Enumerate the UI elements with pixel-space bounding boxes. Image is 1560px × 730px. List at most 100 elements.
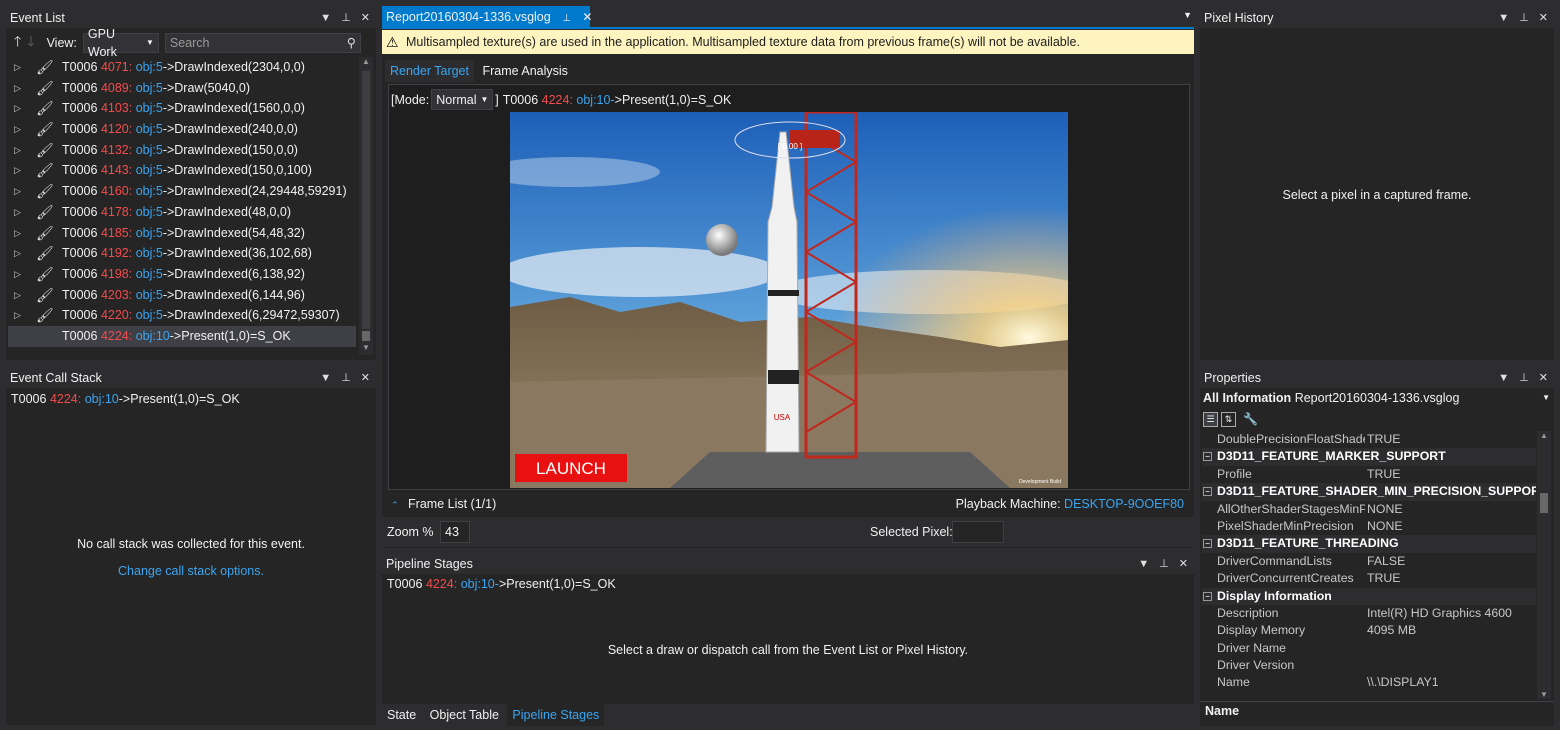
pin-icon[interactable]: ⊥: [341, 8, 351, 28]
dropdown-icon[interactable]: ▼: [1138, 554, 1149, 574]
scroll-down-icon[interactable]: ▼: [359, 343, 373, 352]
event-row[interactable]: ▷ 🖌 T0006 4132: obj:5->DrawIndexed(150,0,0…: [8, 140, 356, 161]
document-tab[interactable]: Report20160304-1336.vsglog ⊥ ✕: [382, 6, 592, 28]
pin-icon[interactable]: ⊥: [341, 368, 351, 388]
property-category[interactable]: − D3D11_FEATURE_MARKER_SUPPORT: [1202, 448, 1536, 466]
alphabetical-icon[interactable]: ⇅: [1221, 411, 1236, 427]
expand-icon[interactable]: ▷: [14, 305, 21, 326]
property-pages-icon[interactable]: 🔧: [1243, 412, 1258, 426]
tab-pipeline-stages[interactable]: Pipeline Stages: [507, 704, 605, 726]
expand-icon[interactable]: ▷: [14, 223, 21, 244]
event-list-scrollbar[interactable]: ▲ ▼: [359, 57, 373, 355]
event-row[interactable]: ▷ 🖌 T0006 4203: obj:5->DrawIndexed(6,144,9…: [8, 285, 356, 306]
expand-icon[interactable]: ▷: [14, 57, 21, 78]
event-row[interactable]: ▷ 🖌 T0006 4178: obj:5->DrawIndexed(48,0,0): [8, 202, 356, 223]
zoom-input[interactable]: 43: [440, 521, 471, 543]
expand-icon[interactable]: ▷: [14, 160, 21, 181]
call-stack-title: Event Call Stack: [10, 371, 102, 385]
expand-icon[interactable]: ▷: [14, 243, 21, 264]
dropdown-icon[interactable]: ▼: [320, 8, 331, 28]
expand-icon[interactable]: ▷: [14, 285, 21, 306]
event-row[interactable]: ▷ 🖌 T0006 4220: obj:5->DrawIndexed(6,29472…: [8, 305, 356, 326]
property-row[interactable]: DriverCommandLists FALSE: [1202, 553, 1536, 570]
event-row[interactable]: ▷ 🖌 T0006 4103: obj:5->DrawIndexed(1560,0,…: [8, 98, 356, 119]
tab-state[interactable]: State: [382, 704, 421, 726]
event-call: ->DrawIndexed(54,48,32): [162, 225, 305, 240]
expand-icon[interactable]: ▷: [14, 181, 21, 202]
pin-icon[interactable]: ⊥: [1519, 368, 1529, 388]
property-row[interactable]: Driver Version: [1202, 657, 1536, 674]
search-icon[interactable]: ⚲: [347, 34, 356, 52]
tab-render-target[interactable]: Render Target: [385, 60, 474, 82]
scroll-thumb[interactable]: [1540, 493, 1548, 513]
property-category[interactable]: − Display Information: [1202, 587, 1536, 605]
search-input[interactable]: Search ⚲: [164, 33, 361, 53]
scroll-down-icon[interactable]: ▼: [1537, 690, 1551, 699]
selected-pixel-field[interactable]: [952, 521, 1004, 543]
dropdown-icon[interactable]: ▼: [1498, 8, 1509, 28]
event-row[interactable]: ▷ 🖌 T0006 4071: obj:5->DrawIndexed(2304,0,…: [8, 57, 356, 78]
properties-scrollbar[interactable]: ▲ ▼: [1537, 431, 1551, 699]
property-row[interactable]: PixelShaderMinPrecision NONE: [1202, 518, 1536, 535]
collapse-icon[interactable]: −: [1203, 487, 1212, 497]
event-row[interactable]: ▷ 🖌 T0006 4089: obj:5->Draw(5040,0): [8, 78, 356, 99]
scroll-up-icon[interactable]: ▲: [1537, 431, 1551, 445]
pin-icon[interactable]: ⊥: [1519, 8, 1529, 28]
dropdown-icon[interactable]: ▼: [320, 368, 331, 388]
property-category[interactable]: − D3D11_FEATURE_SHADER_MIN_PRECISION_SUPP…: [1202, 483, 1536, 501]
tab-frame-analysis[interactable]: Frame Analysis: [477, 60, 572, 82]
categorized-icon[interactable]: ☰: [1203, 411, 1218, 427]
close-icon[interactable]: ✕: [361, 8, 370, 28]
close-icon[interactable]: ✕: [1539, 368, 1548, 388]
close-icon[interactable]: ✕: [1179, 554, 1188, 574]
collapse-icon[interactable]: ⌃: [391, 500, 399, 510]
captured-frame-image[interactable]: USA [ 0.00 ] LAUNCH Development Build: [510, 112, 1068, 488]
event-row[interactable]: ▷ 🖌 T0006 4160: obj:5->DrawIndexed(24,2944…: [8, 181, 356, 202]
close-icon[interactable]: ✕: [361, 368, 370, 388]
mode-select[interactable]: Normal ▼: [431, 89, 494, 110]
down-arrow-icon[interactable]: 🡓: [27, 31, 34, 55]
scroll-track[interactable]: [362, 71, 370, 329]
event-row[interactable]: ▷ 🖌 T0006 4198: obj:5->DrawIndexed(6,138,9…: [8, 264, 356, 285]
expand-icon[interactable]: ▷: [14, 202, 21, 223]
expand-icon[interactable]: ▷: [14, 119, 21, 140]
property-row[interactable]: Profile TRUE: [1202, 466, 1536, 483]
collapse-icon[interactable]: −: [1203, 539, 1212, 549]
pin-icon[interactable]: ⊥: [1159, 554, 1169, 574]
property-row[interactable]: Display Memory 4095 MB: [1202, 622, 1536, 639]
property-row[interactable]: AllOtherShaderStagesMinPr NONE: [1202, 501, 1536, 518]
close-icon[interactable]: ✕: [582, 10, 592, 24]
dropdown-icon[interactable]: ▼: [1498, 368, 1509, 388]
tab-object-table[interactable]: Object Table: [425, 704, 504, 726]
scroll-up-icon[interactable]: ▲: [359, 57, 373, 71]
expand-icon[interactable]: ▷: [14, 264, 21, 285]
tab-overflow-dropdown-icon[interactable]: ▼: [1183, 10, 1192, 20]
scroll-thumb[interactable]: [362, 331, 370, 341]
event-row[interactable]: ▷ 🖌 T0006 4143: obj:5->DrawIndexed(150,0,1…: [8, 160, 356, 181]
property-row[interactable]: DoublePrecisionFloatShade TRUE: [1202, 431, 1536, 448]
event-call: ->DrawIndexed(6,144,96): [162, 287, 305, 302]
frame-list-label[interactable]: Frame List (1/1): [408, 497, 496, 511]
event-row[interactable]: ▷ 🖌 T0006 4120: obj:5->DrawIndexed(240,0,0…: [8, 119, 356, 140]
property-name: Display Memory: [1217, 623, 1306, 638]
change-call-stack-link[interactable]: Change call stack options.: [6, 564, 376, 578]
expand-icon[interactable]: ▷: [14, 140, 21, 161]
property-category[interactable]: − D3D11_FEATURE_THREADING: [1202, 535, 1536, 553]
collapse-icon[interactable]: −: [1203, 591, 1212, 601]
property-row[interactable]: Name \\.\DISPLAY1: [1202, 674, 1536, 691]
pin-icon[interactable]: ⊥: [562, 13, 571, 24]
playback-machine-link[interactable]: DESKTOP-9OOEF80: [1064, 497, 1184, 511]
property-row[interactable]: DriverConcurrentCreates TRUE: [1202, 570, 1536, 587]
event-row[interactable]: ▷ 🖌 T0006 4185: obj:5->DrawIndexed(54,48,3…: [8, 223, 356, 244]
properties-object-select[interactable]: All Information Report20160304-1336.vsgl…: [1200, 388, 1554, 408]
expand-icon[interactable]: ▷: [14, 98, 21, 119]
property-row[interactable]: Description Intel(R) HD Graphics 4600: [1202, 605, 1536, 622]
collapse-icon[interactable]: −: [1203, 452, 1212, 462]
close-icon[interactable]: ✕: [1539, 8, 1548, 28]
event-row[interactable]: T0006 4224: obj:10->Present(1,0)=S_OK: [8, 325, 356, 347]
up-arrow-icon[interactable]: 🡑: [14, 31, 21, 55]
property-row[interactable]: Driver Name: [1202, 640, 1536, 657]
expand-icon[interactable]: ▷: [14, 78, 21, 99]
event-row[interactable]: ▷ 🖌 T0006 4192: obj:5->DrawIndexed(36,102,…: [8, 243, 356, 264]
view-select[interactable]: GPU Work ▼: [82, 27, 159, 59]
